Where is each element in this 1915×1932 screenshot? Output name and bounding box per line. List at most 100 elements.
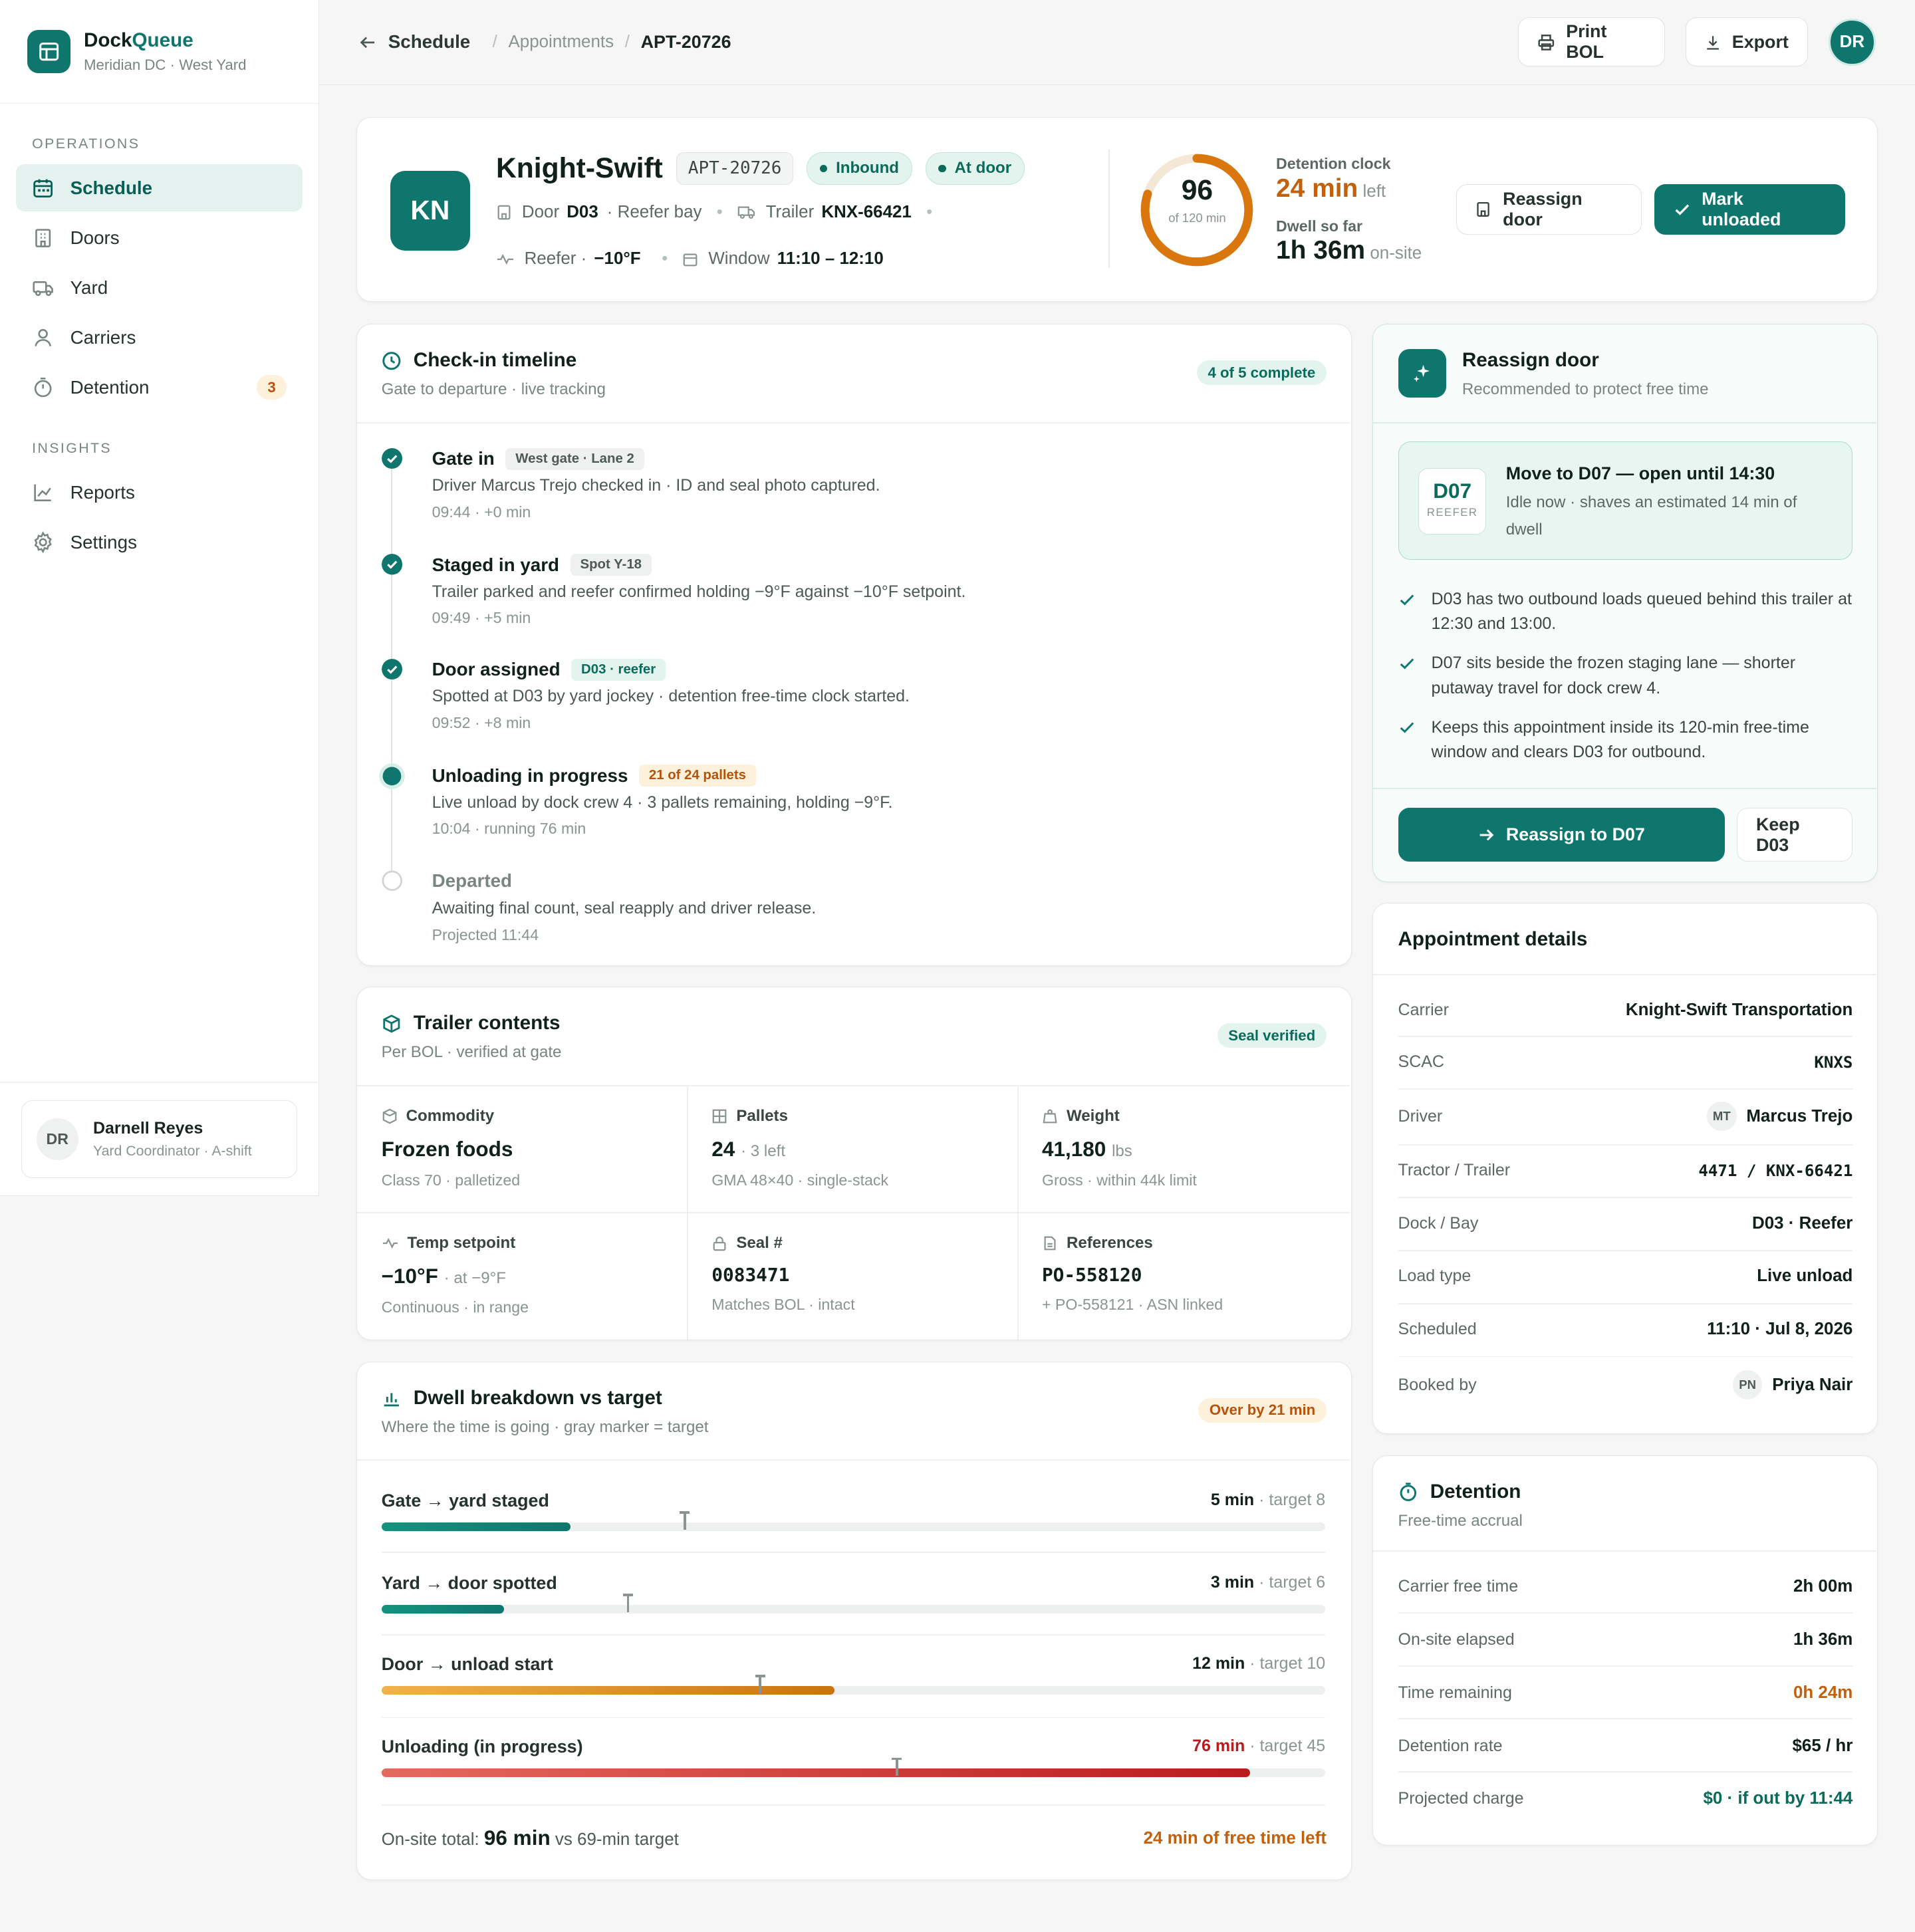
nav-section-insights: INSIGHTS xyxy=(32,440,112,457)
detail-row-booked-by: Booked by PN Priya Nair xyxy=(1398,1358,1852,1411)
dwell-target-marker xyxy=(680,1511,690,1530)
dwell-bar xyxy=(381,1686,834,1695)
user-card[interactable]: DR Darnell Reyes Yard Coordinator · A-sh… xyxy=(21,1100,297,1178)
reassign-to-d07-button[interactable]: Reassign to D07 xyxy=(1398,807,1725,862)
reefer-temp-value: −10°F xyxy=(594,249,641,269)
reason-item: D07 sits beside the frozen staging lane … xyxy=(1398,651,1853,700)
printer-icon xyxy=(1538,34,1555,51)
timeline-step-tag: 21 of 24 pallets xyxy=(639,764,756,787)
dwell-track xyxy=(381,1511,1326,1531)
clock-icon xyxy=(382,351,400,370)
app-subtitle: Meridian DC · West Yard xyxy=(84,57,247,74)
breadcrumb-separator: / xyxy=(624,32,630,51)
recommended-door-chip: D07 REEFER xyxy=(1418,468,1487,535)
status-badge-inbound: Inbound xyxy=(807,152,912,185)
sidebar-item-reports[interactable]: Reports xyxy=(16,469,303,516)
trailer-label: Trailer xyxy=(765,202,815,221)
ring-subtitle: of 120 min xyxy=(1168,210,1226,225)
document-icon xyxy=(1044,1236,1056,1251)
timeline-step-tag: D03 · reefer xyxy=(571,658,666,681)
arrow-left-icon xyxy=(360,37,375,48)
timeline-step-desc: Trailer parked and reefer confirmed hold… xyxy=(432,582,966,601)
keep-d03-button[interactable]: Keep D03 xyxy=(1737,807,1853,862)
dwell-bar xyxy=(381,1522,571,1531)
timeline-connector xyxy=(391,573,393,665)
appointment-id-chip: APT-20726 xyxy=(676,152,794,185)
ring-value: 96 xyxy=(1181,174,1213,207)
temp-actual: · at −9°F xyxy=(444,1268,506,1287)
timeline-step-title: Gate in West gate · Lane 2 xyxy=(432,447,644,471)
mark-unloaded-button[interactable]: Mark unloaded xyxy=(1654,184,1846,235)
weight-cell: Weight 41,180 lbs Gross · within 44k lim… xyxy=(1017,1085,1348,1212)
dwell-title: Dwell breakdown vs target xyxy=(382,1387,709,1409)
box-icon xyxy=(382,1014,400,1033)
lock-icon xyxy=(713,1237,726,1251)
timeline-connector xyxy=(391,785,393,877)
breadcrumb-separator: / xyxy=(492,32,497,51)
timeline-step-title: Staged in yard Spot Y-18 xyxy=(432,554,652,576)
timer-icon xyxy=(1400,1483,1416,1501)
seal-note: Matches BOL · intact xyxy=(711,1295,855,1313)
commodity-note: Class 70 · palletized xyxy=(381,1171,521,1189)
timeline-step-desc: Driver Marcus Trejo checked in · ID and … xyxy=(432,476,880,495)
free-time-left: 24 min of free time left xyxy=(1143,1829,1327,1848)
sidebar-item-schedule[interactable]: Schedule xyxy=(16,164,303,211)
reason-item: Keeps this appointment inside its 120-mi… xyxy=(1398,715,1853,765)
package-icon xyxy=(382,1108,397,1124)
timeline-connector xyxy=(391,679,393,771)
print-bol-button[interactable]: Print BOL xyxy=(1518,17,1665,67)
over-target-badge: Over by 21 min xyxy=(1198,1397,1327,1423)
window-label: Window xyxy=(708,249,770,269)
export-button[interactable]: Export xyxy=(1686,17,1808,67)
breadcrumb-appointments[interactable]: Appointments xyxy=(508,33,614,52)
weight-icon xyxy=(1043,1109,1057,1124)
detail-row-tractor-trailer: Tractor / Trailer 4471 / KNX-66421 xyxy=(1398,1161,1853,1180)
contents-subtitle: Per BOL · verified at gate xyxy=(381,1043,562,1062)
door-label: Door xyxy=(521,202,560,221)
commodity-cell: Commodity Frozen foods Class 70 · pallet… xyxy=(357,1085,688,1212)
sidebar-item-yard[interactable]: Yard xyxy=(16,264,303,310)
dwell-row-value: 3 min · target 6 xyxy=(1210,1572,1326,1592)
sidebar-item-settings[interactable]: Settings xyxy=(16,519,303,566)
detention-row-remaining: Time remaining 0h 24m xyxy=(1398,1683,1853,1702)
detail-row-scac: SCAC KNXS xyxy=(1398,1052,1853,1072)
timeline-step-time: 10:04 · running 76 min xyxy=(432,820,586,838)
contents-grid: Commodity Frozen foods Class 70 · pallet… xyxy=(356,1084,1350,1340)
hero-meta-row-2: Reefer · −10°F • Window 11:10 – 12:10 xyxy=(496,249,884,269)
trailer-value: KNX-66421 xyxy=(821,202,912,221)
export-label: Export xyxy=(1731,31,1789,52)
detention-card: Detention Free-time accrual Carrier free… xyxy=(1372,1455,1878,1846)
timeline-step-title: Door assigned D03 · reefer xyxy=(432,658,666,681)
detention-row-elapsed: On-site elapsed 1h 36m xyxy=(1398,1630,1853,1649)
status-badge-at-door: At door xyxy=(925,152,1025,185)
checkin-timeline-card: Check-in timeline Gate to departure · li… xyxy=(356,324,1352,966)
reefer-label: Reefer · xyxy=(524,249,587,269)
sidebar-item-doors[interactable]: Doors xyxy=(16,214,303,261)
user-icon xyxy=(35,328,52,346)
dwell-track xyxy=(381,1594,1326,1614)
dwell-label: Dwell so far xyxy=(1276,217,1363,235)
reassign-subtitle: Recommended to protect free time xyxy=(1462,380,1709,399)
carrier-name: Knight-Swift xyxy=(495,152,663,184)
dwell-target-marker xyxy=(623,1594,633,1612)
references-value: PO-558120 xyxy=(1041,1263,1142,1286)
reassign-door-label: Reassign door xyxy=(1503,189,1583,230)
reassign-door-button[interactable]: Reassign door xyxy=(1456,184,1642,235)
dwell-bar xyxy=(381,1604,505,1614)
building-icon xyxy=(35,229,51,247)
contents-title: Trailer contents xyxy=(382,1012,562,1034)
sidebar-item-label: Reports xyxy=(70,482,135,503)
sidebar-divider xyxy=(0,1082,319,1083)
check-icon xyxy=(1675,204,1689,215)
truck-icon xyxy=(737,206,755,219)
dwell-row-label: Gate → yard staged xyxy=(381,1490,549,1510)
profile-avatar[interactable]: DR xyxy=(1829,19,1876,66)
sidebar-item-carriers[interactable]: Carriers xyxy=(16,314,303,360)
detention-row-rate: Detention rate $65 / hr xyxy=(1398,1736,1853,1755)
dwell-target-marker xyxy=(892,1757,902,1776)
appointment-details-card: Appointment details Carrier Knight-Swift … xyxy=(1372,903,1878,1435)
recommendation-box[interactable]: D07 REEFER Move to D07 — open until 14:3… xyxy=(1398,441,1853,560)
sidebar-item-detention[interactable]: Detention 3 xyxy=(16,364,303,410)
back-to-schedule-link[interactable]: Schedule xyxy=(358,31,470,53)
sidebar-item-label: Yard xyxy=(70,277,108,298)
